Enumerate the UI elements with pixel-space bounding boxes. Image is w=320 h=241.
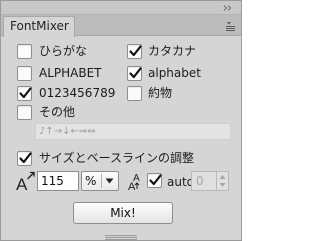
resize-grip-icon[interactable]	[105, 235, 137, 240]
unit-select-divider	[101, 174, 102, 188]
size-baseline-checkbox[interactable]	[17, 151, 32, 166]
size-baseline-label: サイズとベースラインの調整	[39, 151, 195, 165]
double-chevron-right-icon	[223, 5, 232, 11]
stepper-arrows-icon	[219, 175, 226, 187]
alphabet-lower-checkbox[interactable]	[127, 66, 142, 81]
other-chars-field[interactable]: ♪↑→↓←⇒⇔	[35, 123, 231, 140]
katakana-label: カタカナ	[148, 44, 197, 58]
panel-menu-icon	[226, 22, 235, 31]
size-value-input[interactable]: 115	[37, 171, 79, 191]
yakumono-checkbox[interactable]	[127, 86, 142, 101]
unit-select-value: %	[85, 174, 97, 188]
panel-tabstrip: FontMixer	[1, 15, 241, 37]
svg-text:A: A	[128, 181, 136, 191]
digits-checkbox[interactable]	[17, 86, 32, 101]
tab-fontmixer[interactable]: FontMixer	[3, 16, 75, 37]
katakana-checkbox[interactable]	[127, 44, 142, 59]
panel-menu-button[interactable]	[223, 18, 237, 32]
auto-label: auto	[167, 175, 195, 189]
alphabet-lower-label: alphabet	[148, 66, 201, 80]
checkmark-icon	[19, 87, 32, 99]
other-checkbox[interactable]	[17, 105, 32, 120]
panel-titlebar[interactable]	[1, 1, 241, 15]
auto-checkbox[interactable]	[147, 173, 162, 188]
digits-label: 0123456789	[39, 86, 116, 100]
baseline-value-input[interactable]: 0	[191, 171, 217, 191]
other-label: その他	[39, 105, 76, 119]
hiragana-label: ひらがな	[39, 44, 88, 58]
tab-label: FontMixer	[10, 19, 69, 33]
svg-text:A: A	[16, 175, 28, 191]
checkmark-icon	[149, 174, 162, 186]
baseline-shift-icon: A A	[128, 173, 140, 191]
checkmark-icon	[19, 152, 32, 164]
font-size-icon: A	[16, 171, 35, 191]
checkmark-icon	[129, 67, 142, 79]
hiragana-checkbox[interactable]	[17, 44, 32, 59]
unit-select[interactable]: %	[81, 171, 119, 191]
alphabet-upper-label: ALPHABET	[39, 66, 102, 80]
alphabet-upper-checkbox[interactable]	[17, 66, 32, 81]
yakumono-label: 約物	[148, 86, 173, 100]
baseline-stepper[interactable]	[217, 171, 229, 191]
collapse-panel-button[interactable]	[219, 3, 239, 13]
checkmark-icon	[129, 45, 142, 57]
fontmixer-panel: FontMixer ひらがな カタカナ ALPHABET alphabet 01…	[0, 0, 242, 241]
chevron-down-icon	[105, 178, 114, 184]
mix-button[interactable]: Mix!	[73, 202, 173, 224]
